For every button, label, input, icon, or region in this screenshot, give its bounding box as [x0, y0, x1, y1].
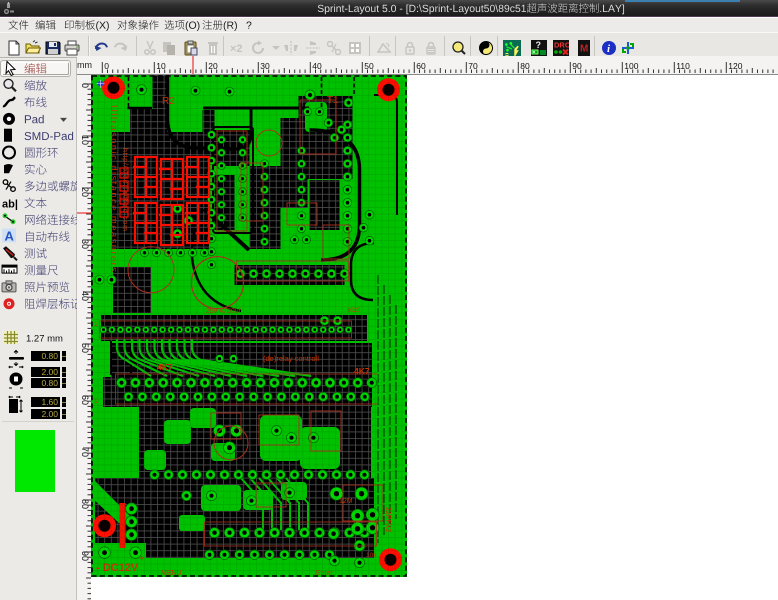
svg-text:M: M [580, 44, 588, 55]
svg-text:100: 100 [624, 61, 638, 71]
svg-text:40: 40 [80, 291, 90, 301]
svg-text:70: 70 [80, 447, 90, 457]
svg-text:60: 60 [80, 395, 90, 405]
svg-text:90: 90 [80, 551, 90, 561]
svg-text:DRC: DRC [554, 41, 569, 50]
svg-text:0: 0 [104, 61, 109, 71]
svg-text:×2: ×2 [230, 43, 243, 55]
svg-text:110: 110 [676, 61, 690, 71]
svg-text:80: 80 [80, 499, 90, 509]
svg-text:A: A [5, 229, 15, 244]
svg-text:ab|: ab| [2, 198, 18, 210]
svg-text:10: 10 [80, 135, 90, 145]
svg-text:1.27 mm: 1.27 mm [26, 334, 63, 345]
svg-text:0: 0 [80, 83, 90, 88]
svg-text:120: 120 [728, 61, 742, 71]
svg-text:30: 30 [80, 239, 90, 249]
svg-text:20: 20 [80, 187, 90, 197]
svg-text:50: 50 [80, 343, 90, 353]
svg-text:?: ? [536, 40, 542, 50]
